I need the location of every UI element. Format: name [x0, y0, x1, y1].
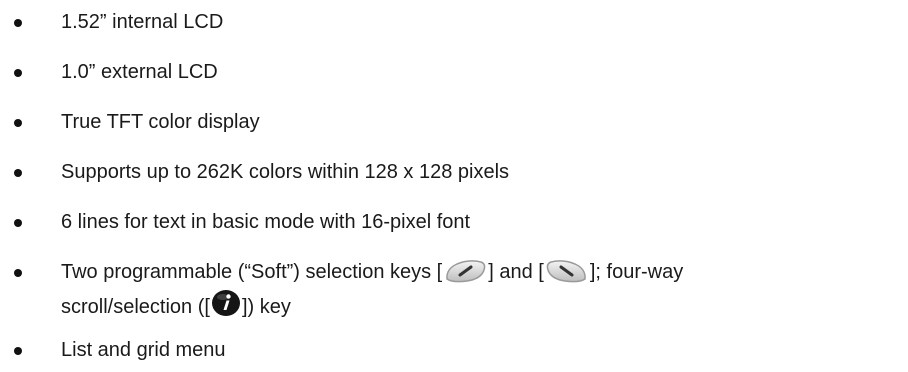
list-item-text: 1.52” internal LCD — [61, 11, 224, 33]
right-soft-key-icon — [546, 260, 586, 283]
bullet-dot — [14, 69, 22, 77]
list-item-text-continuation: scroll/selection ([ ]) key — [61, 289, 291, 322]
list-item-text: 1.0” external LCD — [61, 61, 218, 83]
list-item-text: True TFT color display — [61, 111, 260, 133]
list-item-text: 6 lines for text in basic mode with 16-p… — [61, 211, 471, 233]
text-segment: ]) key — [241, 296, 291, 318]
left-soft-key-icon — [446, 260, 486, 283]
bullet-dot — [14, 19, 22, 27]
text-segment: ] and [ — [488, 261, 544, 283]
info-nav-key-icon — [211, 290, 240, 316]
list-item-text: Supports up to 262K colors within 128 x … — [61, 161, 510, 183]
text-segment: scroll/selection ([ — [61, 296, 210, 318]
bullet-dot — [14, 269, 22, 277]
feature-list: 1.52” internal LCD 1.0” external LCD Tru… — [0, 0, 908, 372]
bullet-dot — [14, 119, 22, 127]
bullet-dot — [14, 169, 22, 177]
text-segment: ]; four-way — [589, 261, 684, 283]
text-segment: Two programmable (“Soft”) selection keys… — [61, 261, 443, 283]
bullet-dot — [14, 219, 22, 227]
list-item-text: List and grid menu — [61, 339, 226, 361]
list-item-text: Two programmable (“Soft”) selection keys… — [61, 258, 683, 287]
bullet-dot — [14, 347, 22, 355]
list-item-soft-keys: Two programmable (“Soft”) selection keys… — [0, 258, 908, 320]
